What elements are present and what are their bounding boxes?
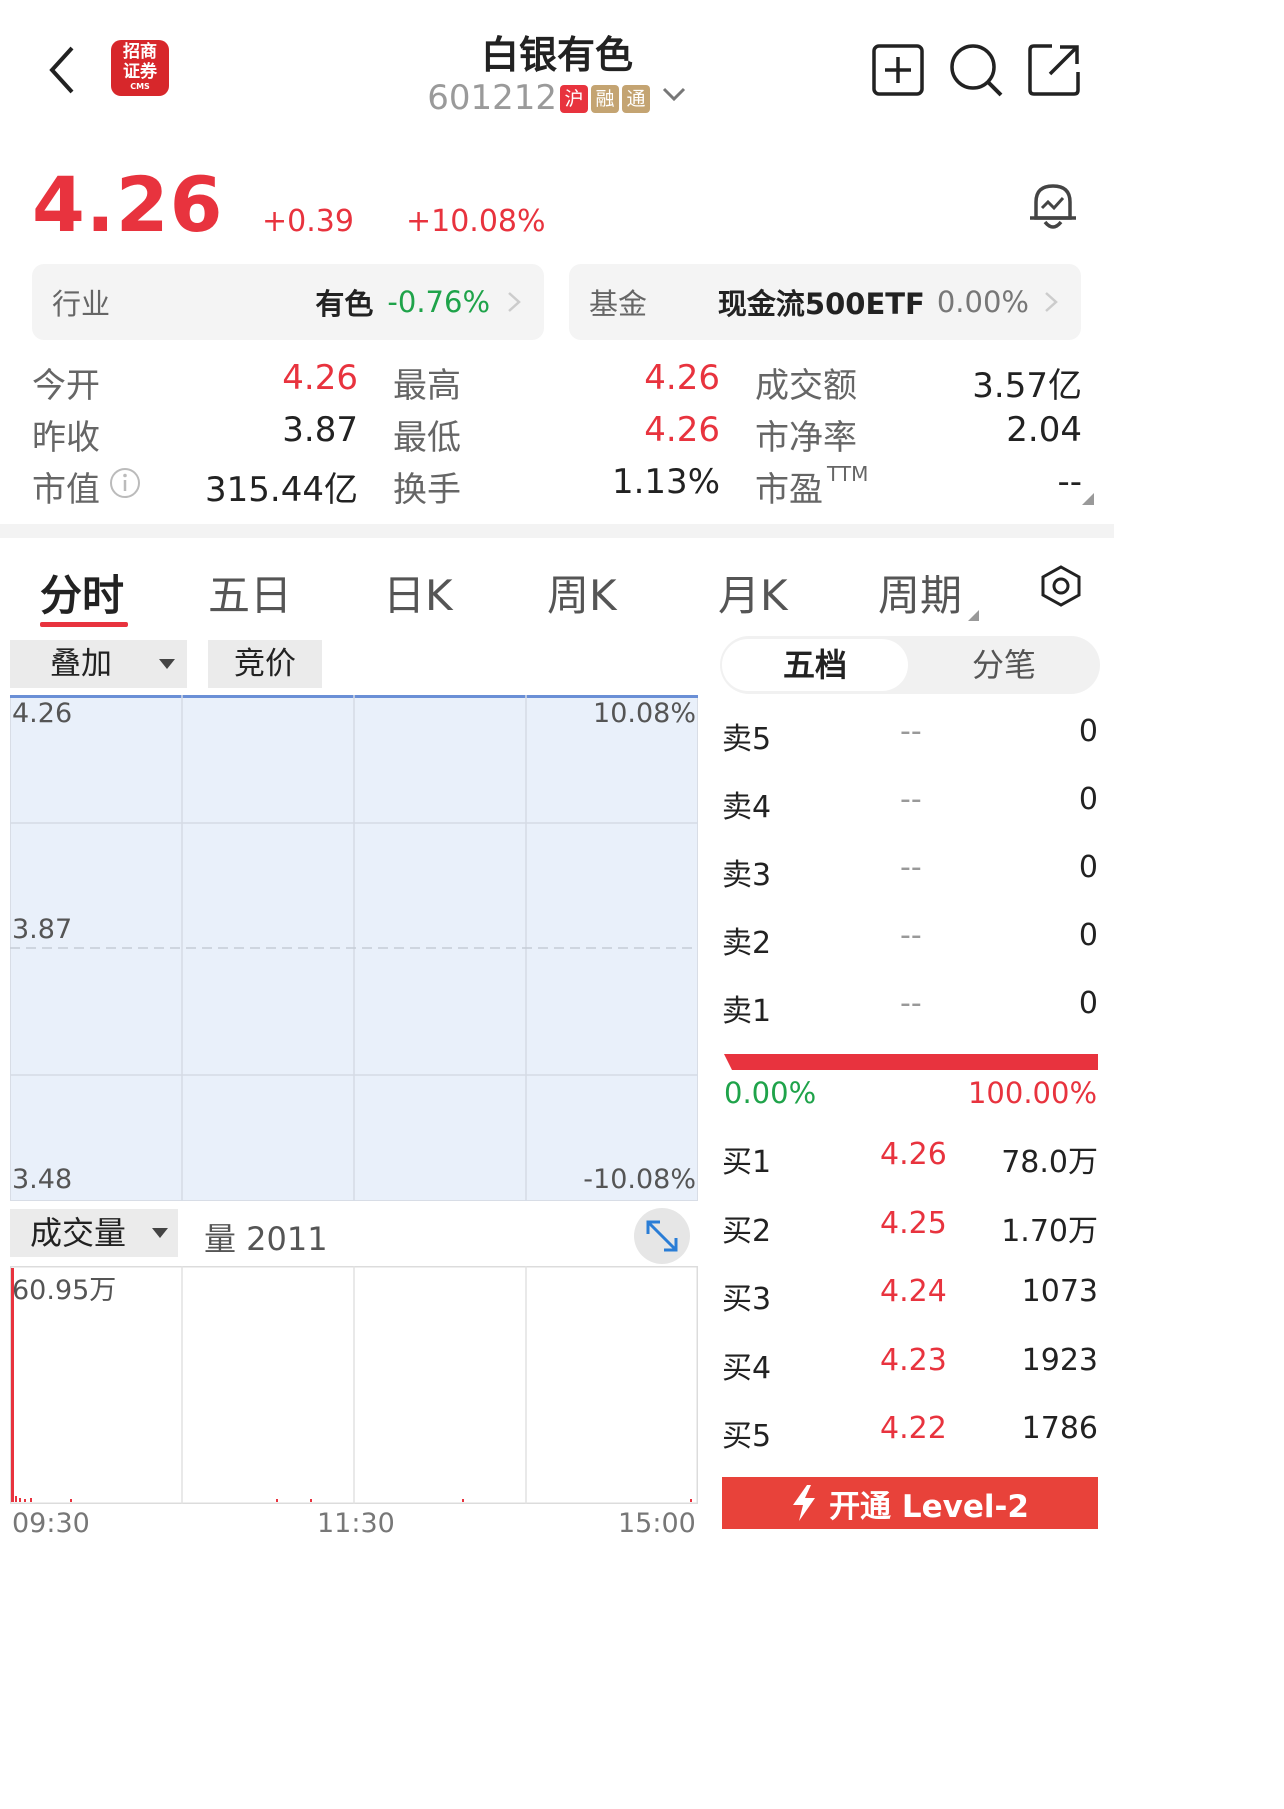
caret-down-icon (159, 659, 175, 669)
list-item: 卖3 -- 0 (722, 850, 1098, 893)
list-item: 买3 4.24 1073 (722, 1274, 1098, 1317)
bid-ask-ratio-bar (724, 1054, 1098, 1070)
list-item: 卖1 -- 0 (722, 986, 1098, 1029)
tab-intraday[interactable]: 分时 (40, 562, 124, 623)
ask-levels: 卖5 -- 0 卖4 -- 0 卖3 -- 0 卖2 -- 0 卖1 -- 0 (722, 714, 1098, 1054)
stat-pb-value: 2.04 (1006, 410, 1082, 450)
stat-high-value: 4.26 (644, 358, 720, 398)
bid-levels: 买1 4.26 78.0万 买2 4.25 1.70万 买3 4.24 1073 买4 4.2… (722, 1137, 1098, 1480)
list-item: 卖5 -- 0 (722, 714, 1098, 757)
expand-stats-icon[interactable] (1082, 493, 1094, 505)
share-button[interactable] (1026, 42, 1082, 102)
volume-dropdown[interactable]: 成交量 (10, 1209, 178, 1257)
stat-turnover-amount-value: 3.57亿 (972, 366, 1082, 406)
list-item: 买1 4.26 78.0万 (722, 1137, 1098, 1180)
time-axis-mid: 11:30 (317, 1508, 395, 1539)
search-button[interactable] (948, 42, 1004, 102)
ratio-left: 0.00% (724, 1076, 817, 1110)
tab-monthly-k[interactable]: 月K (718, 562, 788, 623)
stat-pe-label: 市盈 TTM (755, 462, 869, 510)
expand-arrows-icon (646, 1220, 678, 1252)
tab-active-underline (40, 622, 128, 627)
price-axis-top: 4.26 (12, 698, 73, 729)
stat-high-label: 最高 (393, 366, 461, 406)
chevron-down-icon (662, 87, 685, 102)
overlay-dropdown[interactable]: 叠加 (10, 640, 187, 688)
share-icon (1028, 44, 1080, 96)
plus-square-icon (872, 44, 924, 96)
tag-margin: 融 (590, 85, 619, 113)
info-icon[interactable] (108, 466, 142, 504)
stat-pe-sup: TTM (827, 462, 869, 486)
stat-prevclose-value: 3.87 (282, 410, 358, 450)
price-change: +0.39 (262, 204, 354, 239)
level2-button[interactable]: 开通 Level-2 (722, 1477, 1098, 1529)
lightning-icon (793, 1485, 816, 1521)
tag-connect: 通 (621, 85, 650, 113)
stat-prevclose-label: 昨收 (32, 418, 100, 458)
stat-turnover-rate-value: 1.13% (611, 462, 720, 502)
list-item: 买5 4.22 1786 (722, 1411, 1098, 1454)
volume-axis-max: 60.95万 (12, 1275, 117, 1306)
fullscreen-button[interactable] (634, 1208, 690, 1264)
stock-code-row[interactable]: 601212 沪融通 (0, 78, 1114, 118)
fund-pct: 0.00% (936, 285, 1029, 319)
fund-name: 现金流500ETF (717, 287, 925, 321)
tab-weekly-k[interactable]: 周K (547, 562, 617, 623)
time-axis-start: 09:30 (12, 1508, 90, 1539)
tab-five-levels[interactable]: 五档 (722, 639, 908, 691)
stat-low-value: 4.26 (644, 410, 720, 450)
list-item: 买4 4.23 1923 (722, 1342, 1098, 1386)
time-axis-end: 15:00 (618, 1508, 696, 1539)
list-item: 卖4 -- 0 (722, 782, 1098, 825)
list-item: 卖2 -- 0 (722, 918, 1098, 961)
stat-marketcap-value: 315.44亿 (205, 470, 358, 510)
price-alert-button[interactable] (1026, 178, 1080, 238)
intraday-grid (10, 695, 698, 1201)
list-item: 买2 4.25 1.70万 (722, 1205, 1098, 1249)
price-axis-bottom: 3.48 (12, 1164, 73, 1195)
search-icon (950, 44, 1003, 97)
chart-settings-button[interactable] (1040, 564, 1082, 612)
stock-code: 601212 (427, 78, 557, 118)
price-axis-mid: 3.87 (12, 914, 73, 945)
tab-daily-k[interactable]: 日K (383, 562, 453, 623)
volume-value: 量 2011 (204, 1220, 328, 1258)
stat-marketcap-label: 市值 (32, 470, 100, 510)
ratio-right: 100.00% (967, 1076, 1097, 1110)
industry-name: 有色 (315, 287, 374, 321)
period-dropdown-icon (968, 610, 979, 621)
tab-period[interactable]: 周期 (878, 562, 962, 623)
current-price: 4.26 (32, 160, 224, 249)
add-watchlist-button[interactable] (872, 44, 924, 100)
stat-open-value: 4.26 (282, 358, 358, 398)
stat-pb-label: 市净率 (755, 418, 857, 458)
auction-button[interactable]: 竞价 (208, 640, 322, 688)
stat-open-label: 今开 (32, 366, 100, 406)
stat-low-label: 最低 (393, 418, 461, 458)
stat-turnover-amount-label: 成交额 (755, 366, 857, 406)
pct-axis-bottom: -10.08% (583, 1164, 696, 1195)
tag-sh: 沪 (559, 85, 588, 113)
stock-name: 白银有色 (480, 33, 633, 77)
pct-axis-top: 10.08% (593, 698, 696, 729)
stat-turnover-rate-label: 换手 (393, 470, 461, 510)
industry-card[interactable]: 行业 有色 -0.76% (32, 264, 544, 340)
stat-pe-value: -- (1057, 462, 1082, 502)
section-divider (0, 524, 1114, 538)
bell-icon (1030, 184, 1076, 229)
settings-hexagon-icon (1041, 565, 1081, 607)
tab-tick-trades[interactable]: 分笔 (910, 639, 1098, 691)
industry-pct: -0.76% (387, 285, 490, 319)
fund-card[interactable]: 基金 现金流500ETF 0.00% (569, 264, 1081, 340)
price-change-pct: +10.08% (406, 204, 546, 239)
fund-label: 基金 (589, 287, 648, 321)
chevron-right-icon (508, 292, 521, 312)
industry-label: 行业 (52, 287, 111, 321)
caret-down-icon (152, 1228, 168, 1238)
chevron-right-icon (1045, 292, 1058, 312)
tab-five-day[interactable]: 五日 (208, 562, 292, 623)
